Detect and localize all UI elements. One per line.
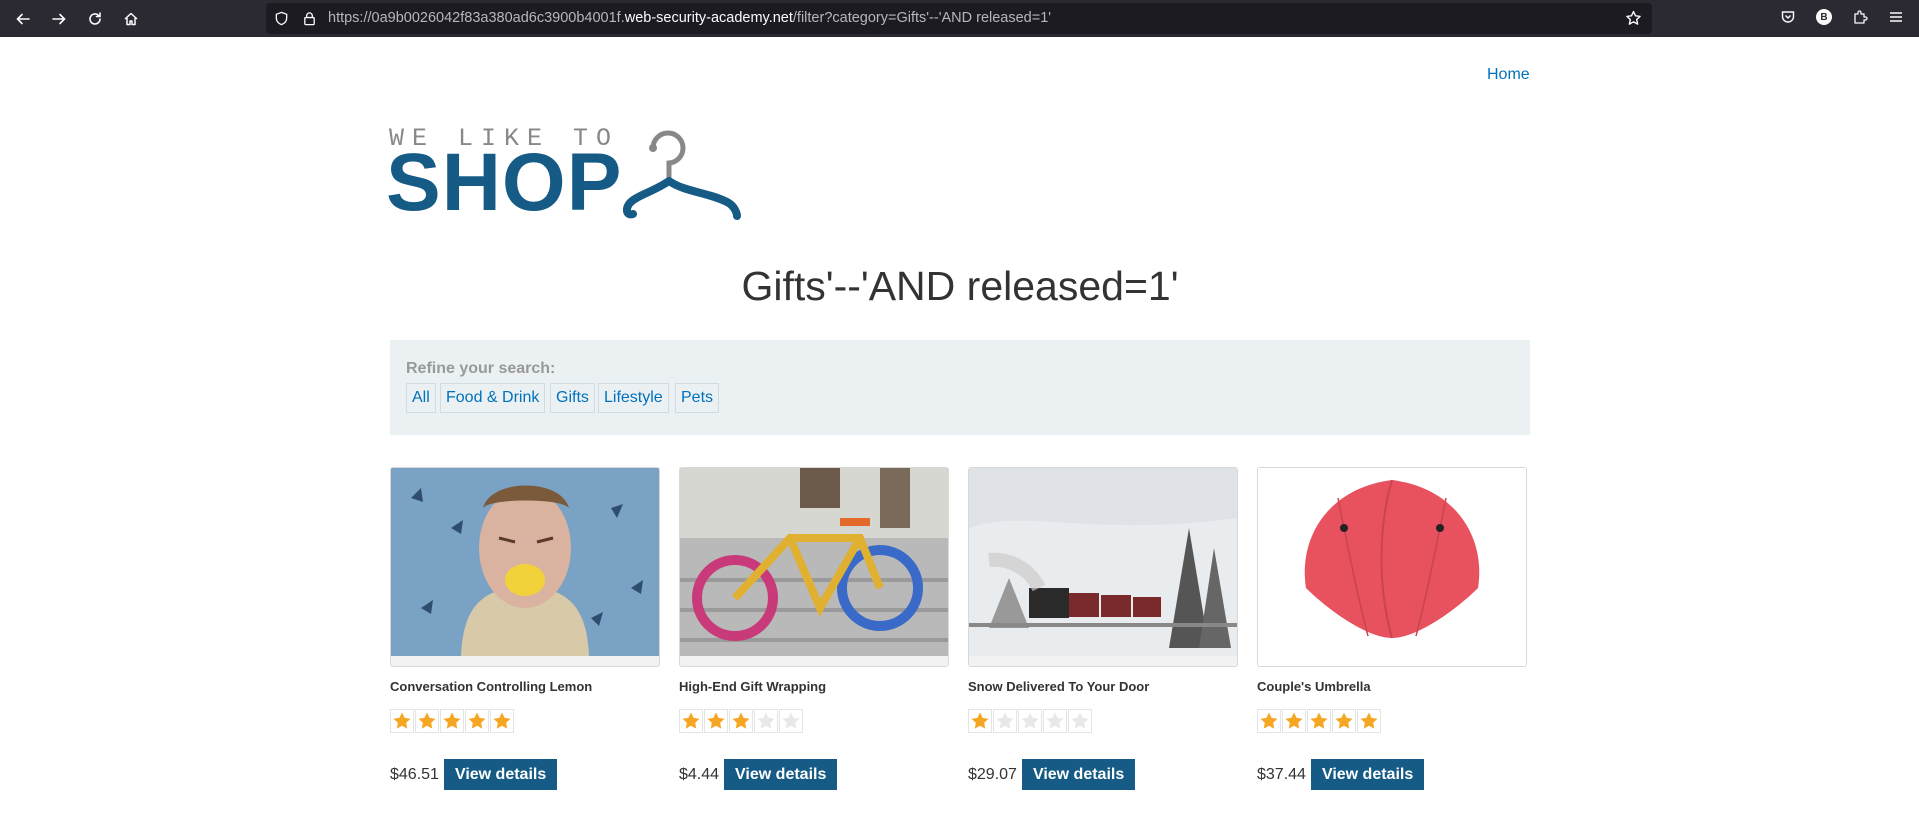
star-filled-icon: [490, 709, 514, 733]
shop-logo[interactable]: WE LIKE TO SHOP: [386, 124, 751, 228]
product-card: Conversation Controlling Lemon $46.51 Vi…: [390, 467, 660, 790]
star-filled-icon: [1282, 709, 1306, 733]
view-details-button[interactable]: View details: [1021, 759, 1136, 790]
star-empty-icon: [1018, 709, 1042, 733]
url-path: /filter?category=Gifts'--'AND released=1…: [792, 10, 1052, 26]
star-empty-icon: [993, 709, 1017, 733]
extensions-icon[interactable]: [1851, 8, 1869, 26]
view-details-button[interactable]: View details: [443, 759, 558, 790]
filter-panel: Refine your search: All Food & Drink Gif…: [390, 340, 1530, 435]
star-rating: [968, 709, 1238, 733]
url-prefix: https://0a9b0026042f83a380ad6c3900b4001f…: [328, 10, 625, 26]
product-card: High-End Gift Wrapping $4.44 View detail…: [679, 467, 949, 790]
view-details-button[interactable]: View details: [724, 759, 838, 790]
product-price: $29.07: [968, 765, 1017, 783]
filter-option-all[interactable]: All: [406, 383, 436, 413]
filter-option-lifestyle[interactable]: Lifestyle: [598, 383, 669, 413]
star-filled-icon: [440, 709, 464, 733]
product-price: $4.44: [679, 765, 720, 783]
hanger-icon: [623, 130, 741, 220]
browser-toolbar: https://0a9b0026042f83a380ad6c3900b4001f…: [0, 0, 1919, 37]
star-filled-icon: [1332, 709, 1356, 733]
star-rating: [390, 709, 660, 733]
product-image-umbrella[interactable]: [1257, 467, 1527, 667]
star-filled-icon: [1307, 709, 1331, 733]
menu-icon[interactable]: [1887, 8, 1905, 26]
product-name: Conversation Controlling Lemon: [390, 679, 593, 694]
star-empty-icon: [754, 709, 778, 733]
star-filled-icon: [729, 709, 753, 733]
pocket-icon[interactable]: [1779, 8, 1797, 26]
star-filled-icon: [704, 709, 728, 733]
profile-avatar[interactable]: B: [1816, 9, 1832, 25]
star-empty-icon: [1068, 709, 1092, 733]
star-rating: [1257, 709, 1527, 733]
forward-icon[interactable]: [46, 6, 72, 32]
product-name: Snow Delivered To Your Door: [968, 679, 1150, 694]
url-domain: web-security-academy.net: [624, 10, 793, 26]
url-text[interactable]: https://0a9b0026042f83a380ad6c3900b4001f…: [328, 10, 1051, 26]
product-price: $46.51: [390, 765, 439, 783]
star-filled-icon: [390, 709, 414, 733]
view-details-button[interactable]: View details: [1310, 759, 1425, 790]
star-filled-icon: [679, 709, 703, 733]
product-name: Couple's Umbrella: [1257, 679, 1371, 694]
filter-option-pets[interactable]: Pets: [675, 383, 720, 413]
address-bar[interactable]: https://0a9b0026042f83a380ad6c3900b4001f…: [266, 3, 1652, 34]
star-filled-icon: [465, 709, 489, 733]
star-filled-icon: [1257, 709, 1281, 733]
star-filled-icon: [1357, 709, 1381, 733]
star-empty-icon: [1043, 709, 1067, 733]
product-card: Snow Delivered To Your Door $29.07 View …: [968, 467, 1238, 790]
logo-wordmark: SHOP: [386, 137, 623, 228]
filter-label: Refine your search:: [406, 360, 556, 377]
product-image-snow-train[interactable]: [968, 467, 1238, 667]
page-title: Gifts'--'AND released=1': [741, 263, 1179, 309]
filter-option-food-drink[interactable]: Food & Drink: [440, 383, 546, 413]
product-price: $37.44: [1257, 765, 1306, 783]
lock-icon[interactable]: [302, 11, 317, 26]
reload-icon[interactable]: [82, 6, 108, 32]
product-name: High-End Gift Wrapping: [679, 679, 827, 694]
star-rating: [679, 709, 949, 733]
product-image-lemon[interactable]: [390, 467, 660, 667]
star-filled-icon: [968, 709, 992, 733]
bookmark-star-icon[interactable]: [1625, 10, 1642, 27]
back-icon[interactable]: [10, 6, 36, 32]
home-icon[interactable]: [118, 6, 144, 32]
shield-icon[interactable]: [274, 11, 289, 26]
filter-option-gifts[interactable]: Gifts: [550, 383, 595, 413]
home-link[interactable]: Home: [1487, 66, 1530, 84]
product-image-gift-wrapping[interactable]: [679, 467, 949, 667]
product-card: Couple's Umbrella $37.44 View details: [1257, 467, 1527, 790]
star-empty-icon: [779, 709, 803, 733]
star-filled-icon: [415, 709, 439, 733]
